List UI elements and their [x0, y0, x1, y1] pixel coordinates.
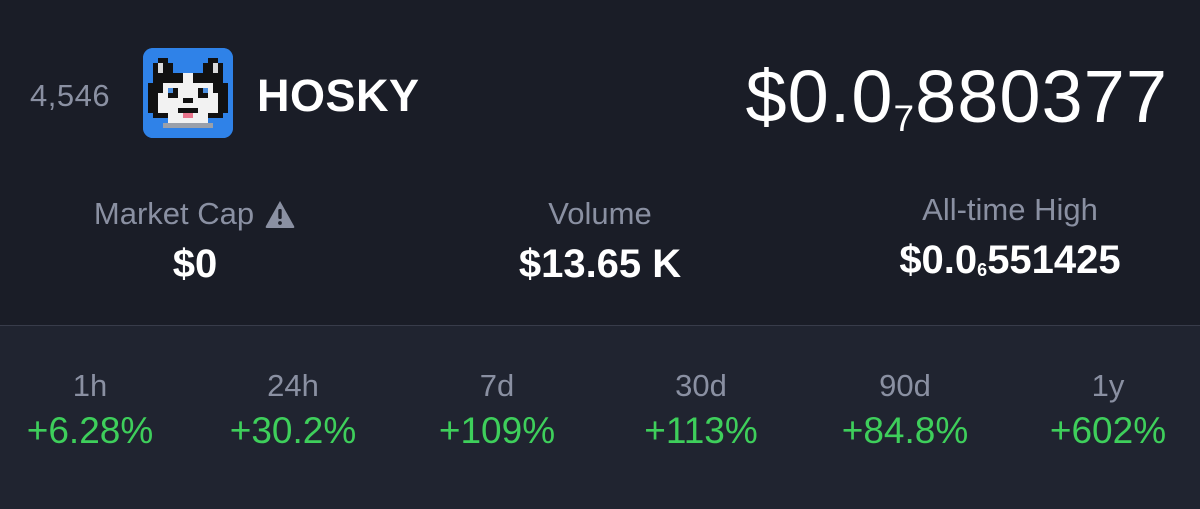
stat-volume: Volume $13.65 K: [470, 196, 730, 287]
change-90d: 90d +84.8%: [825, 368, 985, 452]
ath-digits: 551425: [987, 238, 1121, 282]
change-period: 24h: [267, 368, 319, 403]
change-period: 90d: [879, 368, 931, 403]
coin-rank: 4,546: [30, 78, 111, 113]
ath-zero-count: 6: [977, 259, 988, 280]
change-value: +602%: [1049, 410, 1167, 451]
change-period: 1y: [1091, 368, 1125, 403]
change-30d: 30d +113%: [621, 368, 781, 452]
price-prefix: $0.0: [745, 55, 894, 138]
market-cap-label-row: Market Cap: [80, 196, 310, 232]
ath-prefix: $0.0: [899, 238, 978, 282]
price-digits: 880377: [915, 55, 1168, 138]
change-value: +113%: [644, 410, 758, 451]
husky-dog-logo-icon: [143, 48, 233, 138]
change-period: 30d: [675, 368, 727, 403]
market-cap-label: Market Cap: [93, 196, 255, 231]
price-zero-count: 7: [893, 98, 916, 140]
change-period: 7d: [479, 368, 515, 403]
coin-price: $0.07880377: [745, 54, 1168, 139]
change-value: +84.8%: [841, 410, 969, 451]
market-cap-value: $0: [172, 242, 218, 286]
coin-header: 4,546 HOSKY $0.07880377: [0, 0, 1200, 185]
change-1h: 1h +6.28%: [10, 368, 170, 452]
change-value: +6.28%: [26, 410, 154, 451]
warning-triangle-icon[interactable]: [264, 199, 296, 229]
price-changes-panel: 1h +6.28% 24h +30.2% 7d +109% 30d +113% …: [0, 326, 1200, 509]
change-7d: 7d +109%: [417, 368, 577, 452]
change-value: +109%: [438, 410, 556, 451]
stat-all-time-high: All-time High $0.06551425: [840, 192, 1180, 283]
volume-value: $13.65 K: [518, 242, 682, 286]
change-period: 1h: [72, 368, 108, 403]
ath-label: All-time High: [922, 192, 1098, 227]
coin-name: HOSKY: [257, 70, 420, 121]
volume-label: Volume: [548, 196, 652, 231]
change-value: +30.2%: [229, 410, 357, 451]
stat-market-cap: Market Cap $0: [80, 196, 310, 287]
change-1y: 1y +602%: [1028, 368, 1188, 452]
ath-value: $0.06551425: [840, 238, 1180, 283]
change-24h: 24h +30.2%: [213, 368, 373, 452]
